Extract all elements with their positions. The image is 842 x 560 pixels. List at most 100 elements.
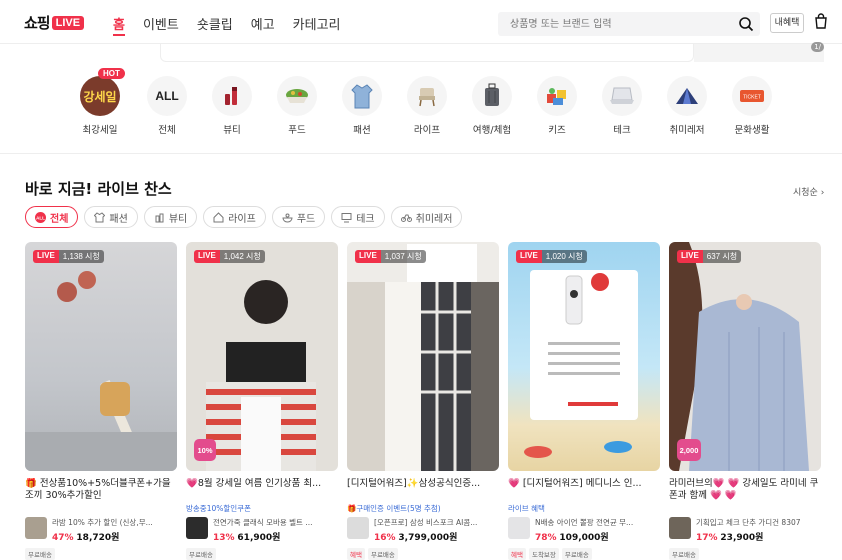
product-thumbnail — [508, 517, 530, 539]
banner-strip-side: 1/ — [694, 42, 824, 62]
logo-text: 쇼핑 — [24, 14, 51, 32]
search-icon[interactable] — [738, 16, 754, 32]
chair-icon — [407, 76, 447, 116]
product-row[interactable]: 라밤 10% 추가 할인 (신상,무... 47% 18,720원 — [25, 517, 177, 543]
category-item-kids[interactable]: 키즈 — [527, 76, 587, 136]
category-item-hobby[interactable]: 취미레저 — [657, 76, 717, 136]
tab-event[interactable]: 이벤트 — [143, 14, 179, 36]
category-item-tech[interactable]: 테크 — [592, 76, 652, 136]
live-badge: LIVE 637 시청 — [677, 250, 742, 263]
tag: 무료배송 — [669, 548, 699, 560]
chip-all[interactable]: ALL 전체 — [25, 206, 79, 228]
all-icon: ALL — [147, 76, 187, 116]
lipstick-icon — [212, 76, 252, 116]
live-badge: LIVE 1,037 시청 — [355, 250, 426, 263]
sort-button[interactable]: 시청순 › — [793, 185, 824, 198]
my-benefit-button[interactable]: 내혜택 — [770, 13, 804, 33]
chip-tech[interactable]: 테크 — [331, 206, 385, 228]
category-label: 키즈 — [548, 125, 566, 136]
category-item-culture[interactable]: TICKET 문화생활 — [722, 76, 782, 136]
category-item-all[interactable]: ALL 전체 — [137, 76, 197, 136]
category-label: 푸드 — [288, 125, 306, 136]
search-input[interactable] — [498, 12, 728, 37]
category-item-life[interactable]: 라이프 — [397, 76, 457, 136]
chip-label: 취미레저 — [415, 213, 453, 225]
svg-text:TICKET: TICKET — [743, 95, 761, 101]
live-card[interactable]: LIVE 1,042 시청 10% 💗8월 강세일 여름 인기상품 최... 방송… — [186, 242, 338, 560]
chip-label: 푸드 — [296, 213, 316, 225]
banner-strip — [160, 44, 694, 62]
all-icon-text: ALL — [155, 89, 179, 103]
chip-hobby[interactable]: 취미레저 — [390, 206, 463, 228]
chip-label: 테크 — [356, 213, 375, 225]
main-tabs: 홈 이벤트 숏클립 예고 카테고리 — [113, 14, 341, 36]
svg-text:ALL: ALL — [36, 215, 45, 220]
hot-badge: HOT — [98, 68, 125, 79]
viewer-count: 1,042 시청 — [219, 250, 265, 263]
logo[interactable]: 쇼핑 LIVE — [24, 12, 85, 33]
sale-badge-icon: HOT 강세일 — [80, 68, 125, 116]
product-row[interactable]: N배송 아이언 뽈팡 전연균 무... 78% 109,000원 — [508, 517, 660, 543]
discount-rate: 17% — [696, 533, 718, 543]
category-item-food[interactable]: 푸드 — [267, 76, 327, 136]
product-row[interactable]: 기획입고 체크 단추 가디건 8307 17% 23,900원 — [669, 517, 821, 543]
monitor-icon — [341, 212, 352, 222]
category-label: 테크 — [613, 125, 631, 136]
card-title[interactable]: [디지털어워즈]✨삼성공식인증... — [347, 478, 499, 502]
category-item-beauty[interactable]: 뷰티 — [202, 76, 262, 136]
shopping-bag-icon[interactable] — [814, 13, 828, 29]
tag: 도착보장 — [528, 548, 559, 560]
lipstick-icon — [155, 213, 164, 222]
salad-bowl-icon — [277, 76, 317, 116]
category-item-travel[interactable]: 여행/체험 — [462, 76, 522, 136]
banner-counter: 1/ — [811, 42, 824, 52]
chip-life[interactable]: 라이프 — [203, 206, 266, 228]
live-thumbnail[interactable]: LIVE 1,042 시청 10% — [186, 242, 338, 471]
category-item-fashion[interactable]: 패션 — [332, 76, 392, 136]
tab-shortclip[interactable]: 숏클립 — [197, 14, 233, 36]
product-row[interactable]: 전연가죽 클래식 모바용 벨트 ... 13% 61,900원 — [186, 517, 338, 543]
card-title[interactable]: 라미러브의💗 💗 강세일도 라미네 쿠폰과 함께 💗 💗 — [669, 478, 821, 502]
coupon-badge: 2,000 — [677, 439, 701, 461]
bike-icon — [400, 214, 412, 222]
live-thumbnail[interactable]: LIVE 637 시청 2,000 — [669, 242, 821, 471]
card-title[interactable]: 🎁 전상품10%+5%더블쿠폰+가을조끼 30%추가할인 — [25, 478, 177, 502]
card-title[interactable]: 💗8월 강세일 여름 인기상품 최... — [186, 478, 338, 502]
discount-rate: 13% — [213, 533, 235, 543]
product-row[interactable]: [오픈프로] 삼성 비스포크 AI콤... 16% 3,799,000원 — [347, 517, 499, 543]
food-icon — [282, 213, 293, 222]
chevron-right-icon: › — [817, 188, 825, 198]
live-thumbnail[interactable]: LIVE 1,037 시청 — [347, 242, 499, 471]
live-card[interactable]: LIVE 1,138 시청 🎁 전상품10%+5%더블쿠폰+가을조끼 30%추가할… — [25, 242, 177, 560]
price: 18,720원 — [76, 533, 120, 543]
tab-home[interactable]: 홈 — [113, 14, 125, 36]
global-header: 쇼핑 LIVE 홈 이벤트 숏클립 예고 카테고리 내혜택 — [0, 0, 842, 44]
product-name: 전연가죽 클래식 모바용 벨트 ... — [213, 518, 313, 527]
toy-icon — [537, 76, 577, 116]
tent-icon — [667, 76, 707, 116]
discount-rate: 16% — [374, 533, 396, 543]
live-label: LIVE — [677, 250, 703, 263]
section-title: 바로 지금! 라이브 찬스 — [25, 180, 172, 198]
tab-category[interactable]: 카테고리 — [293, 14, 341, 36]
live-card[interactable]: LIVE 1,020 시청 💗 [디지털어워즈] 메디니스 인... 라이브 혜택… — [508, 242, 660, 560]
chip-food[interactable]: 푸드 — [271, 206, 326, 228]
live-card[interactable]: LIVE 637 시청 2,000 라미러브의💗 💗 강세일도 라미네 쿠폰과 함… — [669, 242, 821, 560]
category-bar: HOT 강세일 최강세일 ALL 전체 뷰티 푸드 패션 라이프 여행/체험 키… — [0, 62, 842, 154]
tab-preview[interactable]: 예고 — [251, 14, 275, 36]
thumbnail-art — [25, 271, 177, 471]
card-title[interactable]: 💗 [디지털어워즈] 메디니스 인... — [508, 478, 660, 502]
live-card[interactable]: LIVE 1,037 시청 [디지털어워즈]✨삼성공식인증... 🎁구매인증 이벤… — [347, 242, 499, 560]
category-item-sale[interactable]: HOT 강세일 최강세일 — [70, 68, 130, 136]
live-thumbnail[interactable]: LIVE 1,138 시청 — [25, 242, 177, 471]
tag: 혜택 — [508, 548, 526, 560]
category-label: 뷰티 — [223, 125, 241, 136]
chip-fashion[interactable]: 패션 — [84, 206, 138, 228]
price: 23,900원 — [720, 533, 764, 543]
category-label: 취미레저 — [669, 125, 705, 136]
shirt-icon — [342, 76, 382, 116]
viewer-count: 637 시청 — [702, 250, 742, 263]
live-thumbnail[interactable]: LIVE 1,020 시청 — [508, 242, 660, 471]
chip-beauty[interactable]: 뷰티 — [143, 206, 198, 228]
chip-label: 전체 — [50, 213, 69, 225]
